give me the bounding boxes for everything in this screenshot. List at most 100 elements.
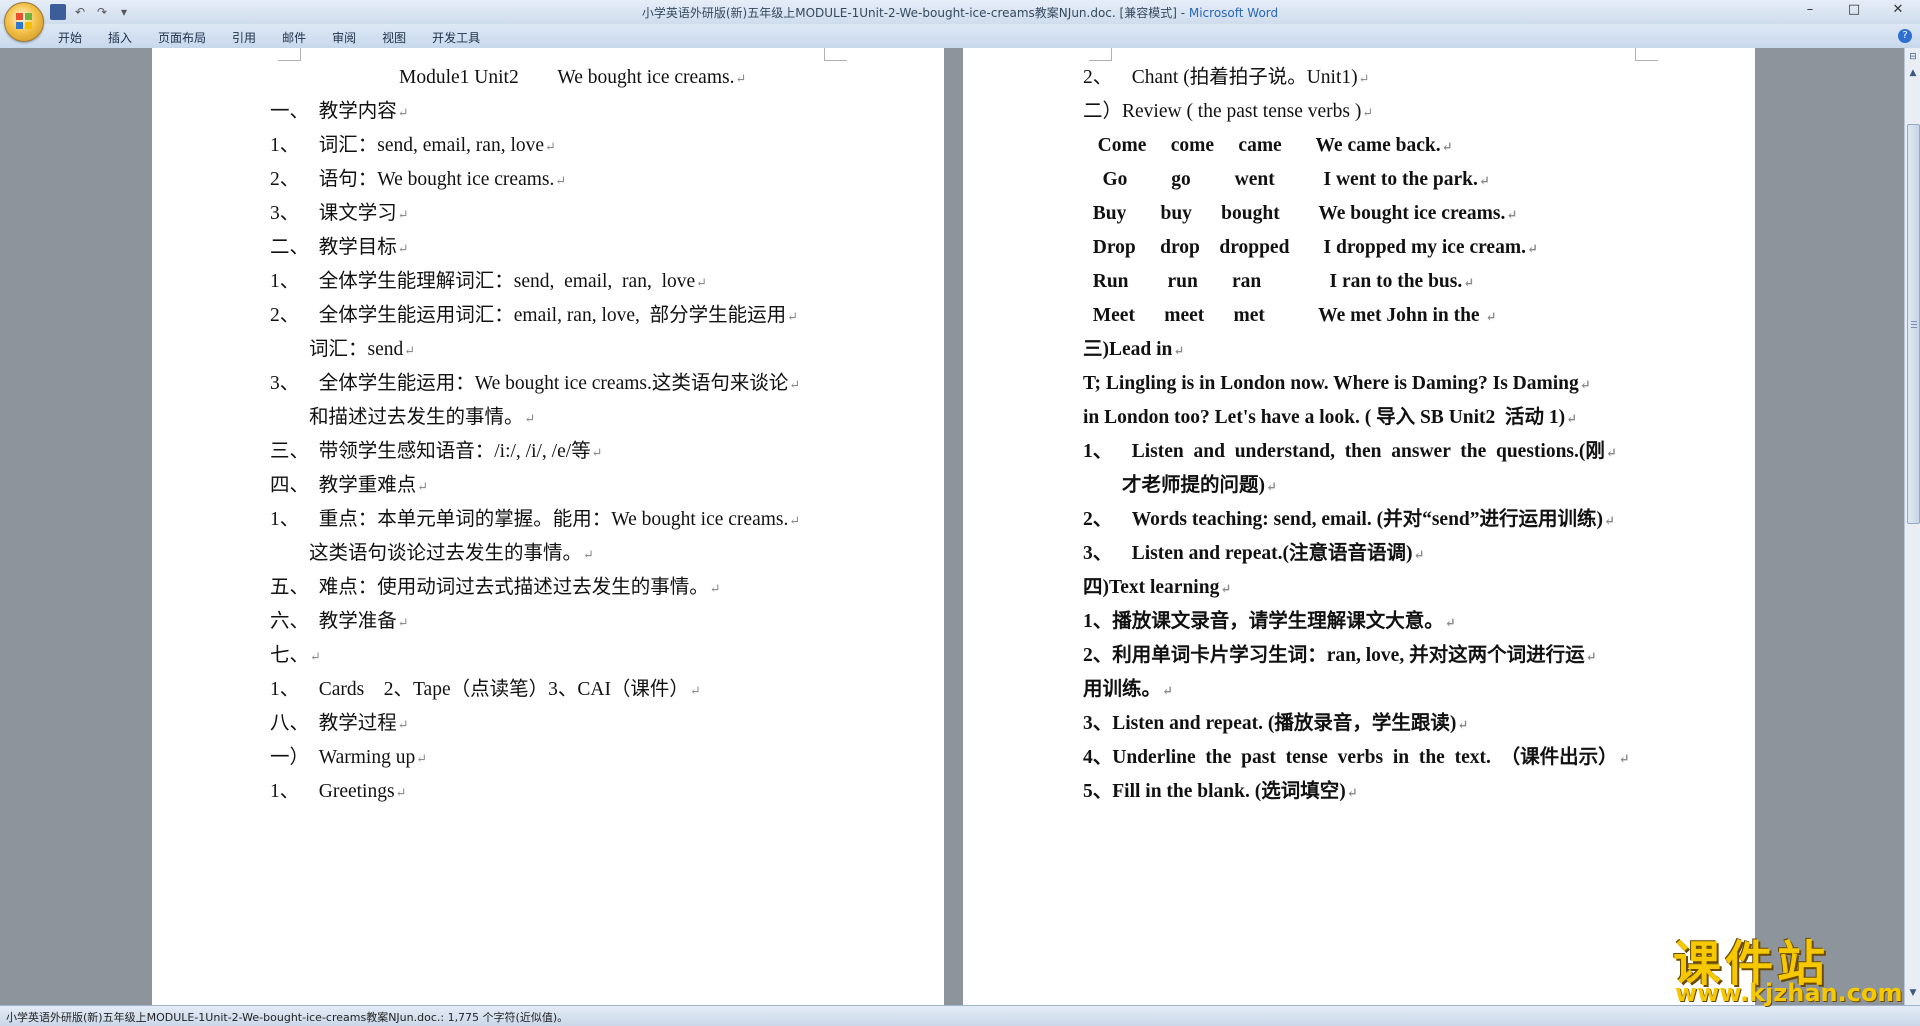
document-line: Drop drop dropped I dropped my ice cream… <box>1083 236 1538 261</box>
document-line: 2、利用单词卡片学习生词：ran, love, 并对这两个词进行运↵ <box>1083 644 1596 669</box>
paragraph-mark-icon: ↵ <box>735 71 747 86</box>
paragraph-mark-icon: ↵ <box>1605 445 1617 460</box>
paragraph-mark-icon: ↵ <box>397 241 409 256</box>
paragraph-mark-icon: ↵ <box>545 139 556 154</box>
vertical-scrollbar[interactable]: ⊟ ▲ ▼ <box>1904 48 1920 1005</box>
ribbon-tab[interactable]: 开始 <box>58 29 82 46</box>
line-text: 七、 <box>270 645 310 666</box>
office-button[interactable] <box>4 2 44 42</box>
status-text: 小学英语外研版(新)五年级上MODULE-1Unit-2-We-bought-i… <box>6 1011 569 1024</box>
thumb-grip <box>1911 321 1917 322</box>
document-line: 一） Warming up↵ <box>270 746 427 771</box>
paragraph-mark-icon: ↵ <box>1441 139 1453 154</box>
line-text: Go go went I went to the park. <box>1083 169 1478 190</box>
line-text: 这类语句谈论过去发生的事情。 <box>270 543 583 564</box>
document-line: T; Lingling is in London now. Where is D… <box>1083 372 1591 397</box>
paragraph-mark-icon: ↵ <box>1579 377 1591 392</box>
close-button[interactable]: ✕ <box>1876 0 1920 20</box>
help-icon[interactable]: ? <box>1898 29 1912 43</box>
paragraph-mark-icon: ↵ <box>1220 581 1232 596</box>
paragraph-mark-icon: ↵ <box>397 717 409 732</box>
line-text: 六、 教学准备 <box>270 611 397 632</box>
paragraph-mark-icon: ↵ <box>1457 717 1469 732</box>
line-text: 三)Lead in <box>1083 339 1173 360</box>
paragraph-mark-icon: ↵ <box>1346 785 1358 800</box>
paragraph-mark-icon: ↵ <box>1526 241 1538 256</box>
line-text: Module1 Unit2 We bought ice creams. <box>399 67 735 88</box>
paragraph-mark-icon: ↵ <box>397 105 409 120</box>
document-line: 4、Underline the past tense verbs in the … <box>1083 746 1630 771</box>
app-name: Microsoft Word <box>1188 6 1279 20</box>
document-line: 和描述过去发生的事情。↵ <box>270 406 535 431</box>
line-text: 和描述过去发生的事情。 <box>270 407 524 428</box>
line-text: 3、 课文学习 <box>270 203 397 224</box>
line-text: 一） Warming up <box>270 747 416 768</box>
minimize-button[interactable]: – <box>1788 0 1832 20</box>
document-line: 五、 难点：使用动词过去式描述过去发生的事情。↵ <box>270 576 721 601</box>
document-area[interactable]: Module1 Unit2 We bought ice creams.↵ 一、 教… <box>0 48 1904 1005</box>
watermark-url: www.kjzhan.com <box>1675 979 1903 1007</box>
status-bar: 小学英语外研版(新)五年级上MODULE-1Unit-2-We-bought-i… <box>0 1005 1920 1026</box>
ribbon-tab[interactable]: 插入 <box>108 29 132 46</box>
ribbon-tab-strip: 开始 插入 页面布局 引用 邮件 审阅 视图 开发工具 ? <box>0 24 1920 49</box>
document-line: 才老师提的问题)↵ <box>1083 474 1277 499</box>
page-left[interactable]: Module1 Unit2 We bought ice creams.↵ 一、 教… <box>152 48 944 1005</box>
ruler-toggle-icon[interactable]: ⊟ <box>1907 50 1919 64</box>
line-text: 才老师提的问题) <box>1083 475 1265 496</box>
line-text: Run run ran I ran to the bus. <box>1083 271 1463 292</box>
document-title: 小学英语外研版(新)五年级上MODULE-1Unit-2-We-bought-i… <box>641 6 1189 20</box>
line-text: 1、 词汇：send, email, ran, love <box>270 135 545 156</box>
document-line: Buy buy bought We bought ice creams.↵ <box>1083 202 1518 227</box>
ribbon-tab[interactable]: 开发工具 <box>432 29 480 46</box>
margin-corner-mark <box>1089 48 1112 61</box>
line-text: 2、 语句：We bought ice creams. <box>270 169 555 190</box>
page-right[interactable]: 2、 Chant (拍着拍子说。Unit1)↵ 二）Review ( the pa… <box>963 48 1755 1005</box>
paragraph-mark-icon: ↵ <box>395 785 407 800</box>
paragraph-mark-icon: ↵ <box>397 207 409 222</box>
ribbon-tab[interactable]: 审阅 <box>332 29 356 46</box>
maximize-button[interactable]: □ <box>1832 0 1876 20</box>
document-line: 1、 Listen and understand, then answer th… <box>1083 440 1617 465</box>
line-text: in London too? Let's have a look. ( 导入 S… <box>1083 407 1566 428</box>
ribbon-tab[interactable]: 页面布局 <box>158 29 206 46</box>
line-text: 词汇：send <box>270 339 404 360</box>
scroll-up-arrow[interactable]: ▲ <box>1907 66 1919 80</box>
line-text: T; Lingling is in London now. Where is D… <box>1083 373 1579 394</box>
document-line: Come come came We came back.↵ <box>1083 134 1453 159</box>
document-line: 用训练。↵ <box>1083 678 1173 703</box>
line-text: 1、 全体学生能理解词汇：send, email, ran, love <box>270 271 696 292</box>
document-line: 八、 教学过程↵ <box>270 712 409 737</box>
document-line: 四、 教学重难点↵ <box>270 474 428 499</box>
paragraph-mark-icon: ↵ <box>789 513 801 528</box>
paragraph-mark-icon: ↵ <box>583 547 594 562</box>
document-line: 5、Fill in the blank. (选词填空)↵ <box>1083 780 1358 805</box>
ribbon-tab[interactable]: 邮件 <box>282 29 306 46</box>
line-text: 二）Review ( the past tense verbs ) <box>1083 101 1362 122</box>
paragraph-mark-icon: ↵ <box>709 581 721 596</box>
line-text: 5、Fill in the blank. (选词填空) <box>1083 781 1346 802</box>
margin-corner-mark <box>278 48 301 61</box>
line-text: 2、 全体学生能运用词汇：email, ran, love, 部分学生能运用 <box>270 305 787 326</box>
line-text: 3、 全体学生能运用：We bought ice creams.这类语句来谈论 <box>270 373 789 394</box>
ribbon-tab[interactable]: 视图 <box>382 29 406 46</box>
paragraph-mark-icon: ↵ <box>416 751 428 766</box>
document-line: 2、 Chant (拍着拍子说。Unit1)↵ <box>1083 66 1370 91</box>
document-line: 2、 Words teaching: send, email. (并对“send… <box>1083 508 1615 533</box>
paragraph-mark-icon: ↵ <box>1162 683 1173 698</box>
document-line: Module1 Unit2 We bought ice creams.↵ <box>399 66 746 91</box>
paragraph-mark-icon: ↵ <box>689 683 701 698</box>
paragraph-mark-icon: ↵ <box>789 377 801 392</box>
document-line: 二）Review ( the past tense verbs )↵ <box>1083 100 1373 125</box>
paragraph-mark-icon: ↵ <box>1444 615 1456 630</box>
document-line: 1、播放课文录音，请学生理解课文大意。↵ <box>1083 610 1456 635</box>
document-line: 一、 教学内容↵ <box>270 100 409 125</box>
line-text: 1、 Listen and understand, then answer th… <box>1083 441 1605 462</box>
ribbon-tab[interactable]: 引用 <box>232 29 256 46</box>
scrollbar-thumb[interactable] <box>1907 124 1920 524</box>
line-text: 二、 教学目标 <box>270 237 397 258</box>
line-text: 五、 难点：使用动词过去式描述过去发生的事情。 <box>270 577 709 598</box>
document-line: 词汇：send↵ <box>270 338 415 363</box>
line-text: 4、Underline the past tense verbs in the … <box>1083 747 1618 768</box>
document-line: Go go went I went to the park.↵ <box>1083 168 1490 193</box>
paragraph-mark-icon: ↵ <box>1358 71 1370 86</box>
